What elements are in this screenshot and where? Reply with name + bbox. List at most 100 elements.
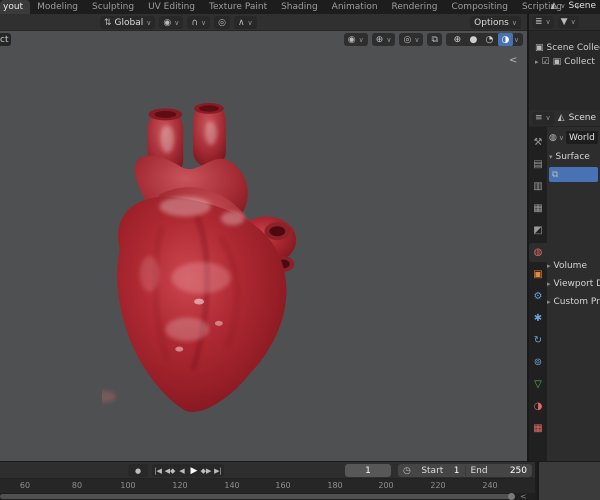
stopwatch-icon: ◷ — [403, 465, 411, 476]
chevron-down-icon[interactable]: ∨ — [514, 36, 519, 44]
heart-model[interactable] — [102, 96, 310, 420]
tab-modifiers[interactable]: ⚙ — [529, 287, 547, 306]
breadcrumb: Scene — [568, 113, 597, 123]
current-frame-field[interactable]: 1 — [345, 464, 391, 477]
tab-texture[interactable]: ▦ — [529, 419, 547, 438]
gizmo-icon: ⊕ — [375, 34, 384, 45]
proportional-editing-toggle[interactable]: ◎ — [214, 16, 230, 29]
tab-compositing[interactable]: Compositing — [445, 0, 515, 14]
volume-panel-label: Volume — [553, 261, 587, 271]
topbar: yout Modeling Sculpting UV Editing Textu… — [0, 0, 600, 14]
tab-particles[interactable]: ✱ — [529, 309, 547, 328]
playback-controls: ● |◀ ◀◆ ◀ ▶ ◆▶ ▶| — [128, 464, 224, 477]
ruler-tick: 140 — [224, 481, 240, 490]
jump-to-start-button[interactable]: |◀ — [152, 464, 164, 477]
timeline-scrollbar[interactable]: < — [0, 492, 535, 500]
next-keyframe-button[interactable]: ◆▶ — [200, 464, 212, 477]
tab-sculpting[interactable]: Sculpting — [85, 0, 141, 14]
tab-layout[interactable]: yout — [0, 0, 31, 14]
jump-to-end-button[interactable]: ▶| — [212, 464, 224, 477]
expand-arrow-icon[interactable]: ▸ — [535, 58, 539, 66]
tab-scene[interactable]: ◩ — [529, 221, 547, 240]
checkbox-icon[interactable]: ☑ — [542, 57, 550, 67]
tab-material[interactable]: ◑ — [529, 397, 547, 416]
sidebar-toggle-arrow[interactable]: < — [509, 55, 517, 66]
record-icon: ● — [134, 466, 142, 475]
volume-panel-header[interactable]: ▸ Volume — [547, 259, 600, 273]
editor-type-dropdown[interactable]: ≣ ∨ — [532, 15, 554, 29]
clipped-mode-button[interactable]: ct — [0, 33, 11, 46]
falloff-dropdown[interactable]: ∧ ∨ — [233, 16, 257, 29]
scrollbar-knob[interactable] — [508, 493, 515, 500]
ruler-tick: 200 — [378, 481, 394, 490]
end-frame-field[interactable]: End 250 — [464, 465, 533, 476]
play-reverse-button[interactable]: ◀ — [176, 464, 188, 477]
surface-panel-header[interactable]: ▾ Surface — [549, 150, 598, 164]
chevron-down-icon[interactable]: ∨ — [559, 134, 564, 142]
chevron-down-icon[interactable]: ∨ — [560, 2, 565, 10]
surface-node-selector[interactable]: ⧉ — [549, 167, 598, 182]
scrollbar-bar[interactable] — [0, 494, 513, 499]
viewport-canvas[interactable]: ⇅ Global ∨ ◉ ∨ ∩ ∨ ◎ ∧ ∨ Options ∨ ct ◉ … — [0, 14, 527, 461]
shading-material-button[interactable]: ◔ — [482, 33, 497, 46]
tab-texture-paint[interactable]: Texture Paint — [202, 0, 274, 14]
play-button[interactable]: ▶ — [188, 464, 200, 477]
prev-keyframe-button[interactable]: ◀◆ — [164, 464, 176, 477]
shading-rendered-button[interactable]: ◑ — [497, 33, 513, 46]
ruler-tick: 220 — [430, 481, 446, 490]
tab-constraints[interactable]: ⊚ — [529, 353, 547, 372]
filter-dropdown[interactable]: ▼ ∨ — [557, 15, 579, 29]
record-button[interactable]: ● — [128, 464, 148, 477]
filter-icon: ▼ — [560, 17, 568, 27]
tab-physics[interactable]: ↻ — [529, 331, 547, 350]
chevron-down-icon: ∨ — [386, 35, 392, 44]
timeline-ruler[interactable]: 60 80 100 120 140 160 180 200 220 240 — [0, 479, 535, 493]
tab-animation[interactable]: Animation — [325, 0, 385, 14]
ruler-tick: 120 — [172, 481, 188, 490]
scrollbar-collapse-arrow[interactable]: < — [520, 492, 527, 500]
outliner-scene-collection-row[interactable]: ▣ Scene Collectio — [529, 41, 600, 55]
properties-panel: ≡ ∨ ◭ Scene ⚒ ▤ ▥ ▦ ◩ ◍ ▣ ⚙ ✱ ↻ ⊚ ▽ ◑ ▦ … — [529, 110, 600, 461]
visibility-dropdown[interactable]: ◉ ∨ — [343, 33, 368, 46]
outliner-editor-icon: ≣ — [535, 17, 543, 27]
viewport-display-panel-header[interactable]: ▸ Viewport Dis — [547, 277, 600, 291]
properties-body: ◍ ∨ World ▾ Surface ⧉ ▸ Volume ▸ Viewpor… — [547, 127, 600, 461]
viewport-overlay-controls: ◉ ∨ ⊕ ∨ ◎ ∨ ⧉ ⊕ ● ◔ ◑ ∨ — [343, 33, 523, 46]
tab-rendering[interactable]: Rendering — [385, 0, 445, 14]
chevron-down-icon: ∨ — [414, 35, 420, 44]
collapse-right-icon: ▸ — [547, 262, 551, 270]
surface-panel-label: Surface — [555, 152, 590, 162]
custom-properties-panel-label: Custom Prop — [553, 297, 600, 307]
tab-tool[interactable]: ⚒ — [529, 133, 547, 152]
options-button[interactable]: Options ∨ — [470, 16, 521, 29]
editor-type-dropdown[interactable]: ≡ ∨ — [532, 111, 554, 125]
chevron-down-icon: ∨ — [545, 18, 551, 26]
scene-selector[interactable]: Scene — [569, 1, 596, 11]
chevron-down-icon: ∨ — [174, 18, 180, 27]
pivot-point-dropdown[interactable]: ◉ ∨ — [159, 16, 184, 29]
world-datablock-field[interactable]: World — [565, 131, 598, 144]
tab-object[interactable]: ▣ — [529, 265, 547, 284]
tab-world[interactable]: ◍ — [529, 243, 547, 262]
outliner-collection-row[interactable]: ▸ ☑ ▣ Collect — [529, 55, 600, 69]
tab-output[interactable]: ▥ — [529, 177, 547, 196]
snap-dropdown[interactable]: ∩ ∨ — [187, 16, 211, 29]
shading-solid-button[interactable]: ● — [466, 33, 481, 46]
bottom-right-corner — [537, 461, 600, 500]
custom-properties-panel-header[interactable]: ▸ Custom Prop — [547, 295, 600, 309]
tab-object-data[interactable]: ▽ — [529, 375, 547, 394]
start-label: Start — [421, 465, 444, 476]
viewport-header: ⇅ Global ∨ ◉ ∨ ∩ ∨ ◎ ∧ ∨ Options ∨ — [0, 14, 527, 31]
start-frame-field[interactable]: ◷ Start 1 — [398, 466, 465, 476]
overlays-dropdown[interactable]: ◎ ∨ — [399, 33, 424, 46]
tab-view-layer[interactable]: ▦ — [529, 199, 547, 218]
tab-uv-editing[interactable]: UV Editing — [141, 0, 202, 14]
shading-wireframe-button[interactable]: ⊕ — [450, 33, 465, 46]
transform-orientation-dropdown[interactable]: ⇅ Global ∨ — [100, 16, 156, 29]
tab-modeling[interactable]: Modeling — [30, 0, 85, 14]
chevron-down-icon: ∨ — [511, 18, 517, 27]
tab-shading[interactable]: Shading — [274, 0, 325, 14]
tab-render[interactable]: ▤ — [529, 155, 547, 174]
gizmos-dropdown[interactable]: ⊕ ∨ — [371, 33, 396, 46]
xray-toggle[interactable]: ⧉ — [427, 33, 442, 46]
